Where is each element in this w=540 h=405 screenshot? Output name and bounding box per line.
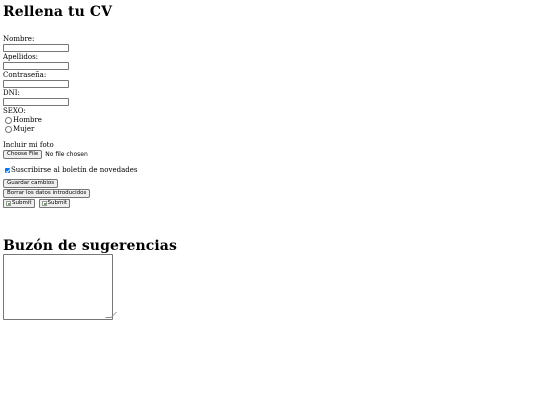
choose-file-button[interactable]: Choose File (3, 150, 43, 159)
page-title: Rellena tu CV (3, 4, 113, 20)
file-status: No file chosen (45, 151, 88, 158)
suggestions-title: Buzón de sugerencias (3, 238, 177, 254)
newsletter-row[interactable]: Suscribirse al boletín de novedades (3, 166, 533, 175)
password-input[interactable] (3, 80, 69, 88)
apellidos-input[interactable] (3, 62, 69, 70)
suggestions-textarea[interactable] (3, 254, 117, 320)
sexo-label: SEXO: (3, 107, 26, 115)
nombre-label: Nombre: (3, 35, 35, 43)
broken-image-icon (6, 201, 11, 206)
radio-mujer-row[interactable]: Mujer (5, 125, 533, 134)
newsletter-checkbox[interactable] (5, 168, 10, 173)
apellidos-label: Apellidos: (3, 53, 39, 61)
radio-hombre-row[interactable]: Hombre (5, 116, 533, 125)
radio-hombre[interactable] (5, 117, 12, 124)
file-input[interactable]: Choose File No file chosen (3, 150, 533, 159)
newsletter-label: Suscribirse al boletín de novedades (11, 166, 138, 174)
save-button[interactable]: Guardar cambios (3, 179, 59, 188)
form-buttons: Guardar cambios Borrar los datos introdu… (3, 179, 533, 208)
dni-label: DNI: (3, 89, 20, 97)
image-submit-buttons: Submit Submit (3, 199, 533, 208)
image-submit-button-2[interactable]: Submit (38, 199, 71, 208)
dni-input[interactable] (3, 98, 69, 106)
nombre-input[interactable] (3, 44, 69, 52)
radio-hombre-label: Hombre (13, 116, 42, 124)
broken-image-icon (41, 201, 47, 206)
image-submit-label-1: Submit (12, 200, 32, 206)
page: Rellena tu CV Nombre: Apellidos: Contras… (3, 3, 533, 320)
resize-handle-icon[interactable] (105, 312, 117, 318)
image-submit-button-1[interactable]: Submit (3, 199, 35, 208)
image-submit-label-2: Submit (47, 200, 68, 206)
cv-form: Nombre: Apellidos: Contraseña: DNI: SEXO… (3, 35, 533, 208)
radio-mujer[interactable] (5, 126, 12, 133)
radio-mujer-label: Mujer (13, 125, 35, 133)
reset-button[interactable]: Borrar los datos introducidos (3, 189, 91, 198)
foto-label: Incluir mi foto (3, 141, 54, 149)
contrasena-label: Contraseña: (3, 71, 47, 79)
